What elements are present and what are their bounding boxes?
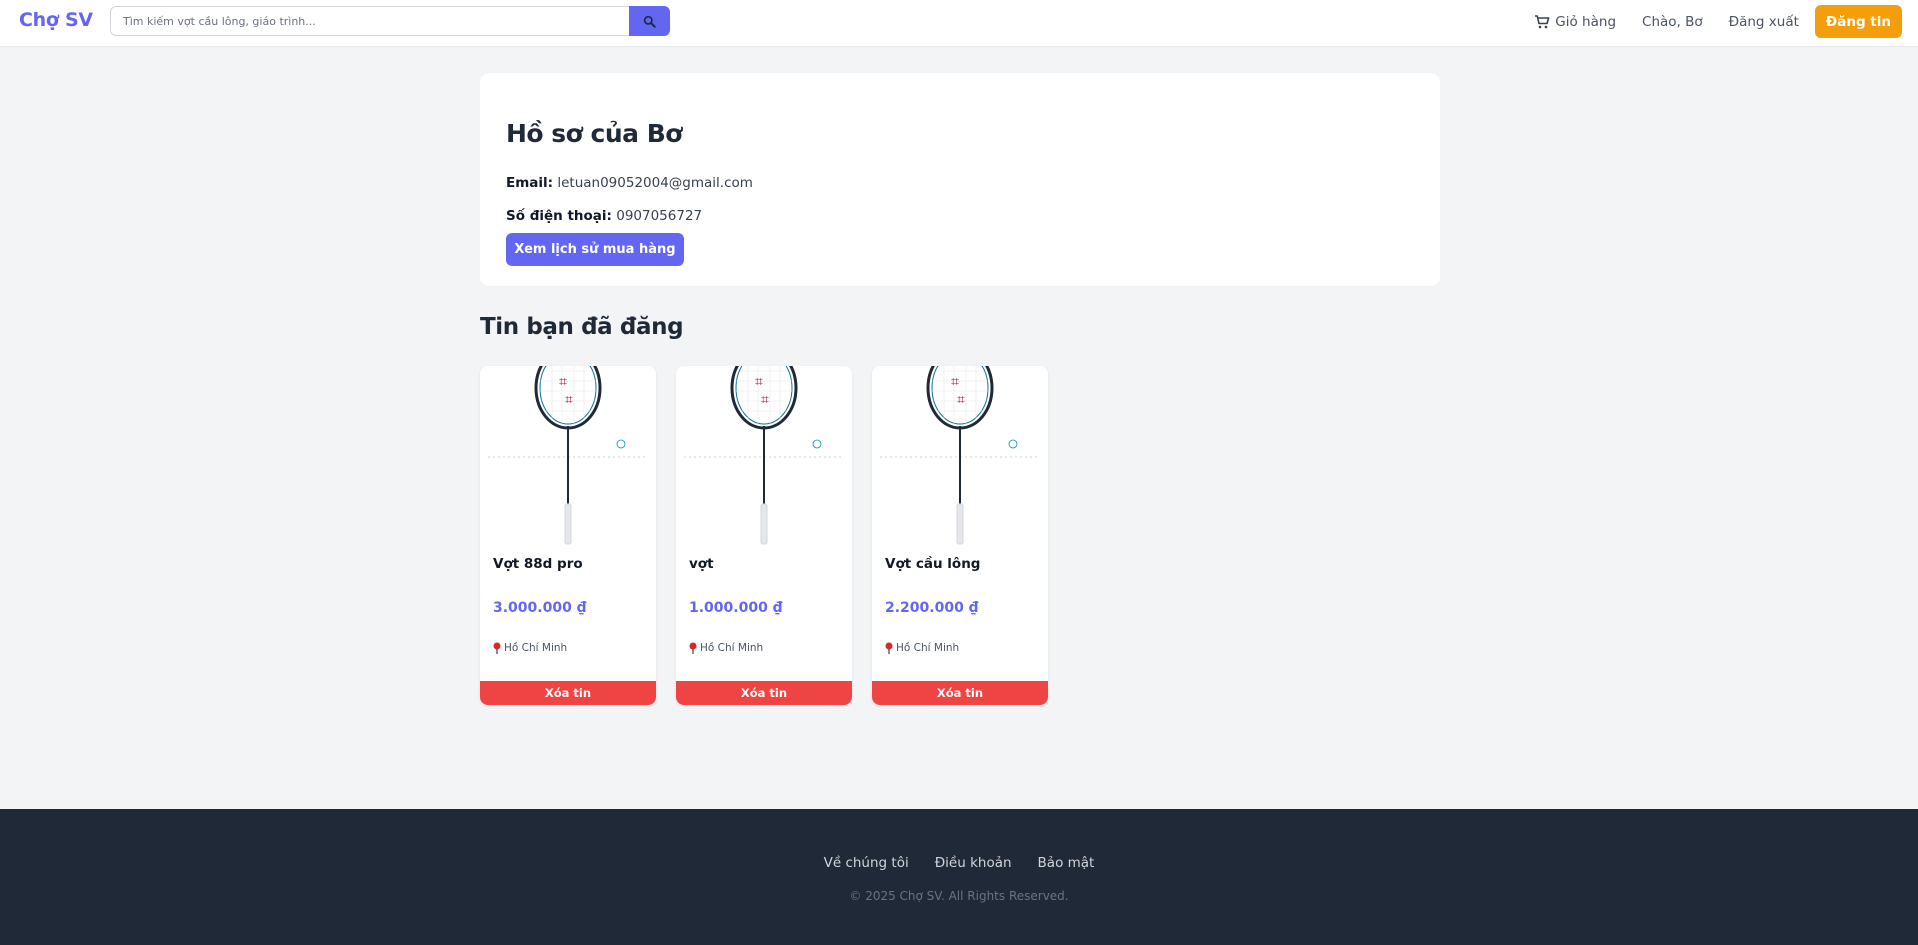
svg-text:⌗: ⌗ [957,392,965,408]
search-bar [110,6,670,36]
delete-listing-button[interactable]: Xóa tin [872,681,1048,705]
svg-text:⌗: ⌗ [565,392,573,408]
listing-card[interactable]: ⌗ ⌗ Vợt 88d pro 3.000.000 ₫ Hồ Chí Minh … [480,366,656,705]
listing-location: Hồ Chí Minh [493,642,567,654]
email-label: Email: [506,175,554,191]
delete-listing-button[interactable]: Xóa tin [676,681,852,705]
location-text: Hồ Chí Minh [700,642,764,654]
delete-listing-button[interactable]: Xóa tin [480,681,656,705]
profile-link[interactable]: Chào, Bơ [1642,14,1703,30]
profile-title: Hồ sơ của Bơ [506,119,682,148]
section-title: Tin bạn đã đăng [480,314,684,340]
listing-title[interactable]: vợt [689,556,714,572]
purchase-history-button[interactable]: Xem lịch sử mua hàng [506,233,684,266]
site-logo[interactable]: Chợ SV [19,9,93,31]
svg-text:⌗: ⌗ [761,392,769,408]
footer-links: Về chúng tôi Điều khoản Bảo mật [0,855,1918,871]
listing-card[interactable]: ⌗ ⌗ Vợt cầu lông 2.200.000 ₫ Hồ Chí Minh… [872,366,1048,705]
profile-phone-row: Số điện thoại: 0907056727 [506,208,702,224]
svg-text:⌗: ⌗ [559,374,567,390]
footer-link-privacy[interactable]: Bảo mật [1038,855,1095,871]
post-listing-button[interactable]: Đăng tin [1814,5,1902,38]
phone-value: 0907056727 [616,208,703,224]
cart-label: Giỏ hàng [1555,13,1617,30]
profile-email-row: Email: letuan09052004@gmail.com [506,175,753,191]
svg-text:⌗: ⌗ [755,374,763,390]
listing-price: 2.200.000 ₫ [885,600,979,616]
location-pin-icon [493,642,501,654]
product-image: ⌗ ⌗ [480,366,656,546]
product-image: ⌗ ⌗ [676,366,852,546]
search-input[interactable] [110,6,630,36]
nav-menu: Giỏ hàng Chào, Bơ Đăng xuất Đăng tin [1508,5,1902,38]
location-pin-icon [885,642,893,654]
location-text: Hồ Chí Minh [896,642,960,654]
profile-card: Hồ sơ của Bơ Email: letuan09052004@gmail… [480,73,1440,286]
listing-title[interactable]: Vợt 88d pro [493,556,583,572]
product-image: ⌗ ⌗ [872,366,1048,546]
listing-location: Hồ Chí Minh [689,642,763,654]
cart-link[interactable]: Giỏ hàng [1534,14,1616,30]
site-footer: Về chúng tôi Điều khoản Bảo mật © 2025 C… [0,809,1918,945]
listing-title[interactable]: Vợt cầu lông [885,556,980,572]
listing-price: 3.000.000 ₫ [493,600,587,616]
location-pin-icon [689,642,697,654]
footer-link-about[interactable]: Về chúng tôi [824,855,909,871]
footer-link-terms[interactable]: Điều khoản [935,855,1012,871]
svg-text:⌗: ⌗ [951,374,959,390]
top-navbar: Chợ SV Giỏ hàng Chào, Bơ Đăng xuất Đăng … [0,0,1918,47]
email-value: letuan09052004@gmail.com [557,175,753,191]
search-button[interactable] [629,6,670,36]
listing-card[interactable]: ⌗ ⌗ vợt 1.000.000 ₫ Hồ Chí Minh Xóa tin [676,366,852,705]
listing-location: Hồ Chí Minh [885,642,959,654]
footer-copyright: © 2025 Chợ SV. All Rights Reserved. [849,889,1069,903]
location-text: Hồ Chí Minh [504,642,568,654]
search-icon [643,15,656,28]
listing-price: 1.000.000 ₫ [689,600,783,616]
phone-label: Số điện thoại: [506,208,612,224]
cart-icon [1535,14,1550,28]
logout-link[interactable]: Đăng xuất [1729,14,1799,30]
